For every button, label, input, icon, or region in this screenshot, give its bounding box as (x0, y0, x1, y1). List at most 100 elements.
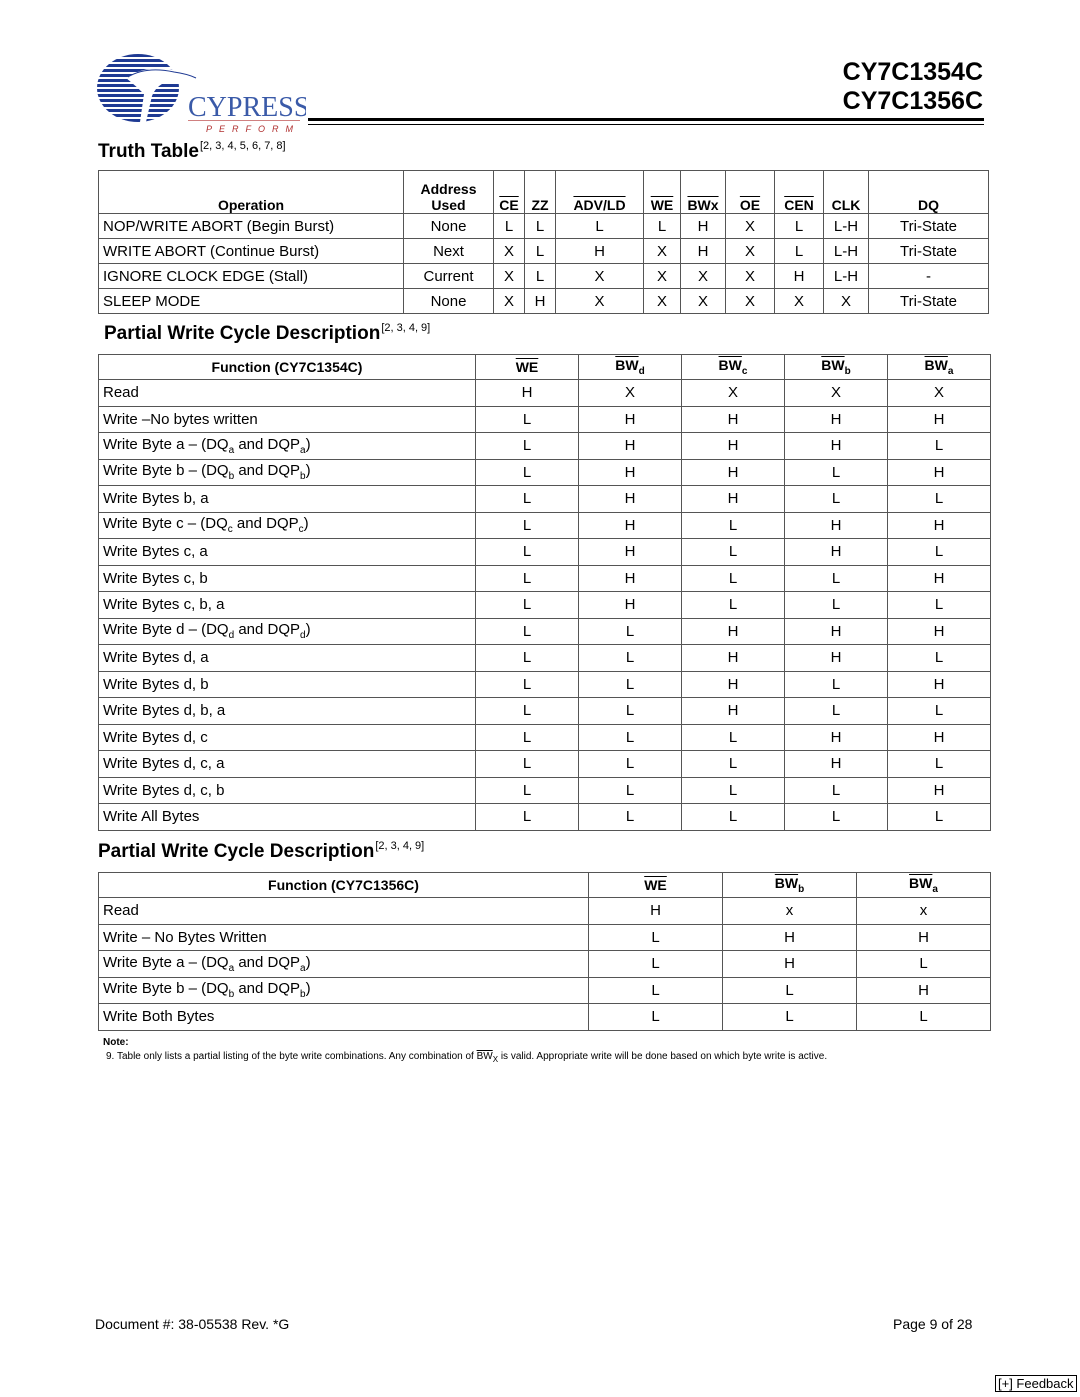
subscript: c (227, 524, 233, 536)
truth-table-title: Truth Table[2, 3, 4, 5, 6, 7, 8] (98, 140, 286, 163)
table-cell: H (681, 670, 785, 698)
subscript: b (300, 989, 306, 1001)
table-cell: H (578, 458, 682, 486)
table-cell: H (555, 238, 644, 264)
table-row: Write Byte a – (DQa and DQPa) L H L (98, 950, 991, 978)
table-cell: L (475, 750, 579, 778)
pwc-1354-title: Partial Write Cycle Description[2, 3, 4,… (104, 322, 430, 345)
function-cell: Write All Bytes (98, 803, 476, 831)
table-cell: X (823, 288, 869, 314)
column-header-label: Function (CY7C1354C) (211, 359, 363, 375)
table-cell: H (681, 432, 785, 460)
table-cell: L (475, 803, 579, 831)
column-header: OE (725, 170, 775, 214)
table-cell: X (887, 379, 991, 407)
table-cell: H (887, 458, 991, 486)
table-cell: H (475, 379, 579, 407)
function-cell: Write – No Bytes Written (98, 923, 589, 951)
table-cell: Tri-State (868, 288, 989, 314)
column-header: CLK (823, 170, 869, 214)
part-number-2: CY7C1356C (842, 87, 983, 115)
table-cell: L (887, 591, 991, 619)
table-cell: L (578, 803, 682, 831)
column-header-label: WE (650, 197, 674, 213)
table-cell: x (856, 897, 991, 925)
table-cell: L (475, 432, 579, 460)
column-header-label: BWc (718, 357, 748, 377)
table-cell: L (856, 950, 991, 978)
column-header-label: BWb (821, 357, 851, 377)
table-cell: L (588, 950, 723, 978)
table-cell: L (475, 776, 579, 804)
table-cell: L (475, 644, 579, 672)
table-cell: H (680, 238, 726, 264)
function-cell: Write Bytes d, c (98, 723, 476, 751)
table-cell: L (475, 405, 579, 433)
column-header-label: CEN (784, 197, 814, 213)
truth-table: Operation Address Used CE ZZ ADV/LD WE BWx OE CEN… (98, 170, 989, 314)
table-row: Write Bytes b, aLHHLL (98, 485, 991, 513)
table-cell: L (588, 1003, 723, 1031)
table-cell: H (578, 432, 682, 460)
column-header-label: OE (739, 197, 761, 213)
truth-table-title-text: Truth Table (98, 141, 199, 162)
column-header-label: CLK (831, 197, 861, 213)
subscript: a (228, 962, 235, 974)
function-cell: Write Bytes d, b (98, 670, 476, 698)
column-header: BWb (784, 354, 888, 380)
table-cell: IGNORE CLOCK EDGE (Stall) (98, 263, 404, 289)
table-cell: SLEEP MODE (98, 288, 404, 314)
column-header-label: BWa (909, 875, 938, 895)
table-cell: L (887, 485, 991, 513)
function-cell: Write Bytes c, a (98, 538, 476, 566)
pwc-1356-header-row: Function (CY7C1356C) WE BWb BWa (98, 872, 991, 898)
feedback-link[interactable]: [+] Feedback (995, 1375, 1077, 1392)
function-cell: Read (98, 379, 476, 407)
table-cell: X (680, 263, 726, 289)
function-cell: Write Bytes c, b (98, 564, 476, 592)
table-cell: X (555, 288, 644, 314)
table-cell: H (681, 644, 785, 672)
column-header: BWb (722, 872, 857, 898)
table-row: Write Bytes c, bLHLLH (98, 564, 991, 592)
column-header-label: WE (644, 877, 667, 893)
document-number: Document #: 38-05538 Rev. *G (95, 1316, 290, 1332)
table-cell: L (524, 213, 556, 239)
subscript: b (300, 471, 306, 483)
table-cell: X (643, 238, 681, 264)
table-cell: L (887, 538, 991, 566)
table-row: NOP/WRITE ABORT (Begin Burst) None L L L L H X L… (98, 213, 989, 239)
table-cell: L (887, 750, 991, 778)
table-cell: L (475, 697, 579, 725)
function-cell: Write Byte d – (DQd and DQPd) (98, 617, 476, 645)
column-header: ZZ (524, 170, 556, 214)
table-cell: X (493, 238, 525, 264)
column-header: BWc (681, 354, 785, 380)
table-cell: X (774, 288, 824, 314)
table-cell: L (524, 238, 556, 264)
table-cell: X (725, 263, 775, 289)
column-header-label: BWb (774, 875, 805, 895)
table-cell: L (887, 803, 991, 831)
pwc-1356-refs: [2, 3, 4, 9] (375, 840, 425, 852)
table-cell: - (868, 263, 989, 289)
table-cell: X (643, 288, 681, 314)
table-cell: L (784, 697, 888, 725)
table-cell: X (578, 379, 682, 407)
table-cell: L (681, 723, 785, 751)
part-numbers: CY7C1354C CY7C1356C (843, 58, 983, 116)
table-cell: L (493, 213, 525, 239)
table-cell: L (475, 458, 579, 486)
table-cell: H (578, 591, 682, 619)
table-row: Write – No Bytes Written L H H (98, 923, 991, 951)
function-cell: Write Bytes b, a (98, 485, 476, 513)
table-cell: L (475, 617, 579, 645)
table-cell: L (774, 238, 824, 264)
pwc-1354-header-row: Function (CY7C1354C) WE BWd BWc BWb BWa (98, 354, 991, 380)
pwc-1356-table: Function (CY7C1356C) WE BWb BWa Read Hx x Writ… (98, 872, 991, 1031)
header-rule (308, 118, 984, 121)
table-row: Write Byte d – (DQd and DQPd) L L H H H (98, 617, 991, 645)
table-cell: H (887, 405, 991, 433)
table-row: Write Bytes d, c, bLLLLH (98, 776, 991, 804)
note-title: Note: (103, 1037, 129, 1048)
